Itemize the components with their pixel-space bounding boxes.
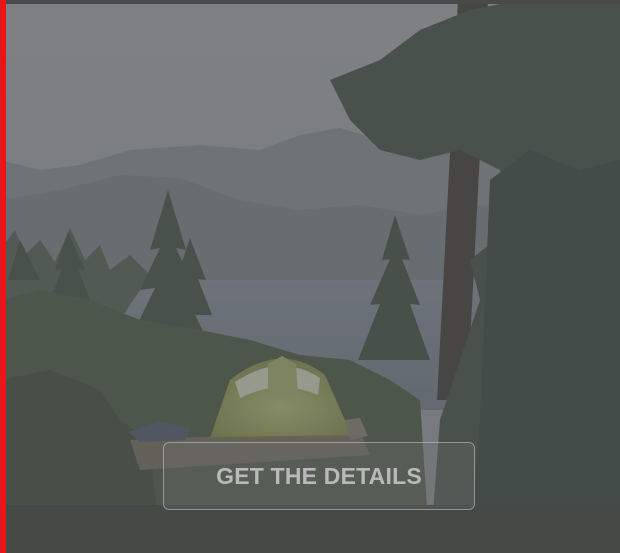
get-details-label: GET THE DETAILS — [216, 462, 422, 489]
accent-bar — [0, 0, 6, 553]
campsite-promo-card: GET THE DETAILS — [0, 0, 620, 553]
card-top-border — [0, 0, 620, 4]
get-details-button[interactable]: GET THE DETAILS — [163, 442, 475, 510]
